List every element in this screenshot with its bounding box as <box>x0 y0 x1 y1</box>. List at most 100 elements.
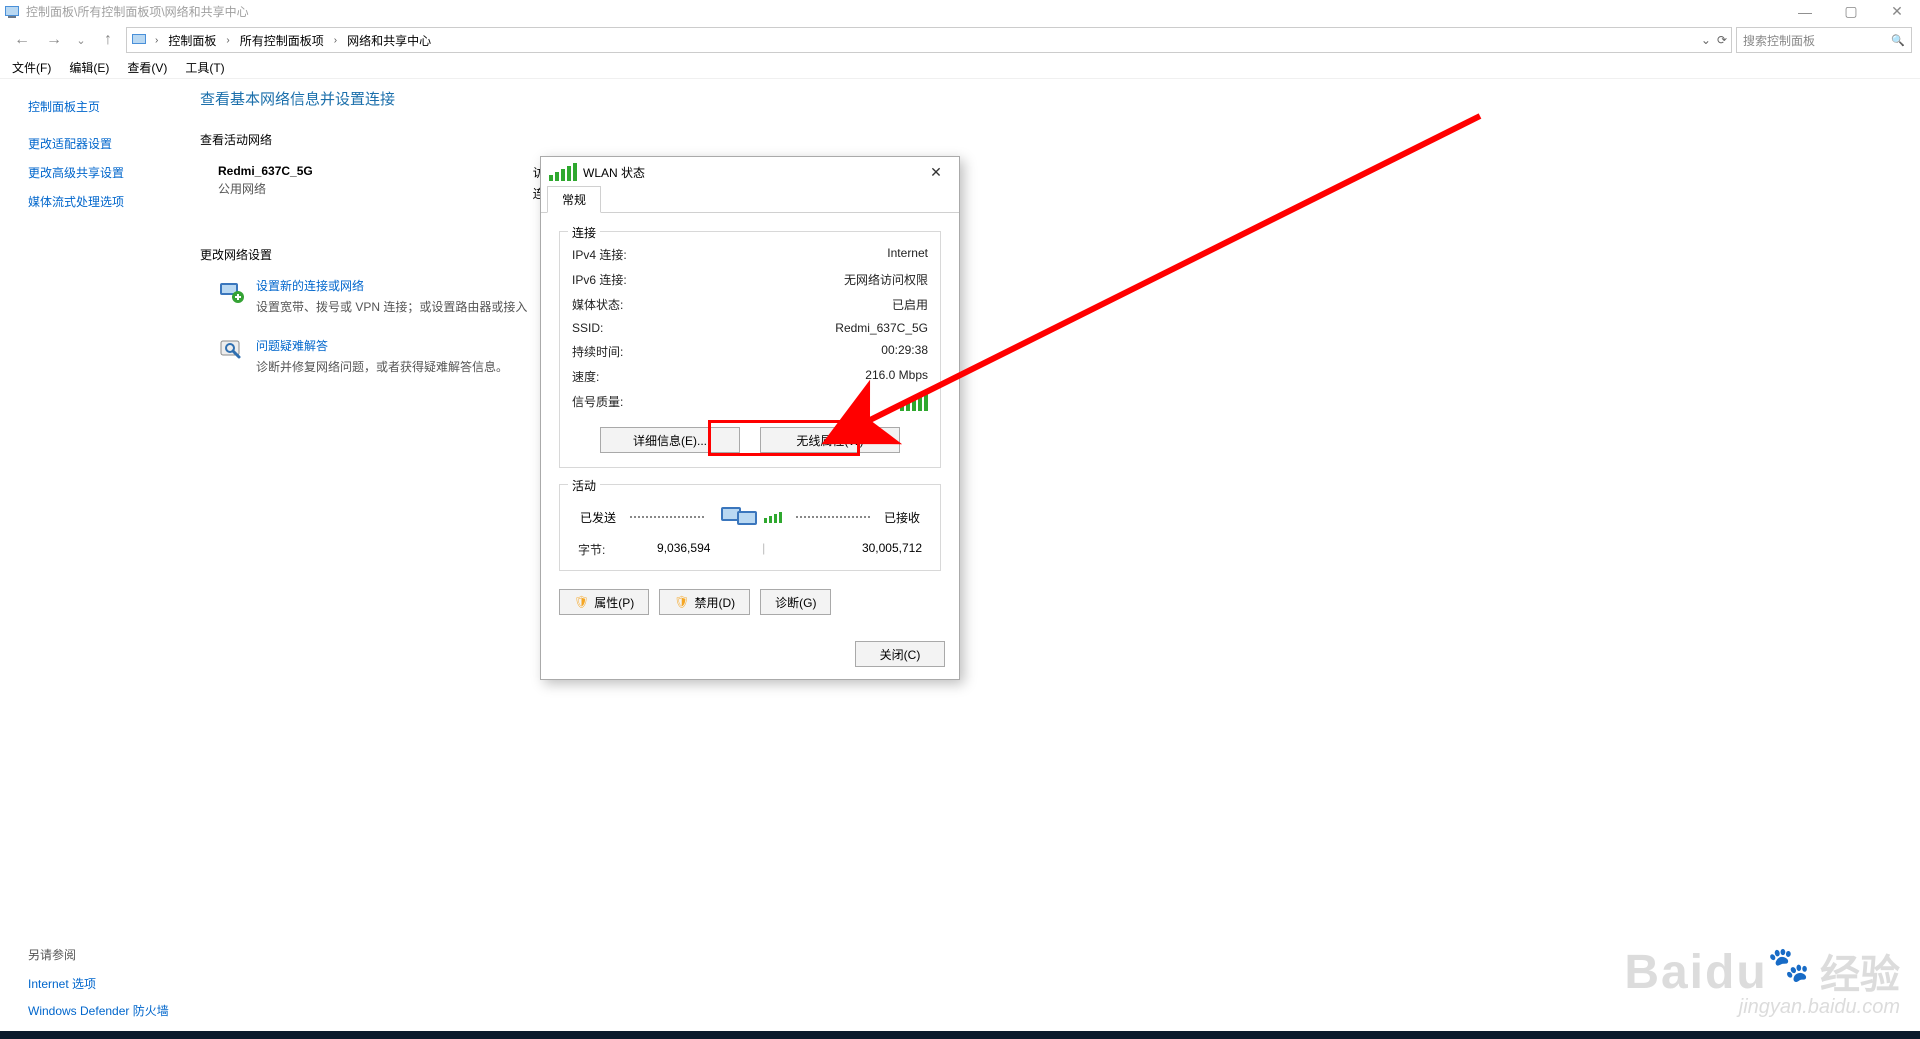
window-controls: — ▢ ✕ <box>1782 0 1920 23</box>
connection-legend: 连接 <box>568 224 600 241</box>
change-settings-heading: 更改网络设置 <box>200 246 1920 263</box>
menu-view[interactable]: 查看(V) <box>121 57 173 78</box>
ssid-label: SSID: <box>572 321 603 335</box>
taskbar-sliver <box>0 1031 1920 1039</box>
left-sidebar: 控制面板主页 更改适配器设置 更改高级共享设置 媒体流式处理选项 <box>0 80 200 1039</box>
breadcrumb[interactable]: 控制面板 <box>166 32 218 49</box>
task-troubleshoot[interactable]: 问题疑难解答 诊断并修复网络问题，或者获得疑难解答信息。 <box>200 337 1920 375</box>
details-button[interactable]: 详细信息(E)... <box>600 427 740 453</box>
back-button[interactable]: ← <box>8 26 36 54</box>
tab-general[interactable]: 常规 <box>547 186 601 213</box>
watermark: Baidu🐾经验 jingyan.baidu.com <box>1624 942 1900 1019</box>
address-bar[interactable]: › 控制面板 › 所有控制面板项 › 网络和共享中心 ⌄ ⟳ <box>126 27 1732 53</box>
shield-icon: 🛡 <box>674 595 689 609</box>
disable-button[interactable]: 🛡禁用(D) <box>659 589 750 615</box>
address-bar-icon <box>131 32 147 48</box>
signal-quality-label: 信号质量: <box>572 393 623 411</box>
search-icon: 🔍 <box>1891 34 1905 47</box>
window-title: 控制面板\所有控制面板项\网络和共享中心 <box>26 3 249 20</box>
paw-icon: 🐾 <box>1768 946 1810 984</box>
ipv4-label: IPv4 连接: <box>572 246 627 263</box>
bytes-received-value: 30,005,712 <box>765 541 922 558</box>
diagnose-button[interactable]: 诊断(G) <box>760 589 831 615</box>
active-network-name: Redmi_637C_5G <box>218 164 313 178</box>
task-troubleshoot-title[interactable]: 问题疑难解答 <box>256 337 508 354</box>
page-title: 查看基本网络信息并设置连接 <box>200 88 1920 109</box>
watermark-brand: Baidu <box>1624 946 1767 999</box>
chevron-right-icon[interactable]: › <box>151 35 162 46</box>
dialog-titlebar[interactable]: WLAN 状态 ✕ <box>541 157 959 187</box>
sidebar-link-adapters[interactable]: 更改适配器设置 <box>28 135 178 152</box>
activity-signal-icon <box>764 512 782 523</box>
see-also-internet-options[interactable]: Internet 选项 <box>28 975 169 992</box>
connection-group: 连接 IPv4 连接:Internet IPv6 连接:无网络访问权限 媒体状态… <box>559 231 941 468</box>
menu-file[interactable]: 文件(F) <box>6 57 57 78</box>
minimize-button[interactable]: — <box>1782 0 1828 23</box>
speed-label: 速度: <box>572 368 599 385</box>
close-window-button[interactable]: ✕ <box>1874 0 1920 23</box>
ssid-value: Redmi_637C_5G <box>835 321 928 335</box>
wireless-properties-button[interactable]: 无线属性(W) <box>760 427 900 453</box>
chevron-right-icon[interactable]: › <box>222 35 233 46</box>
refresh-button[interactable]: ⟳ <box>1717 33 1727 47</box>
duration-value: 00:29:38 <box>881 343 928 360</box>
sidebar-link-media[interactable]: 媒体流式处理选项 <box>28 193 178 210</box>
dialog-title: WLAN 状态 <box>583 164 645 181</box>
ipv6-value: 无网络访问权限 <box>844 271 928 288</box>
search-input[interactable]: 搜索控制面板 🔍 <box>1736 27 1912 53</box>
task-troubleshoot-desc: 诊断并修复网络问题，或者获得疑难解答信息。 <box>256 358 508 375</box>
activity-dashes-right <box>796 516 870 518</box>
bytes-label: 字节: <box>578 541 605 558</box>
recent-locations-button[interactable]: ⌄ <box>72 26 90 54</box>
sidebar-link-sharing[interactable]: 更改高级共享设置 <box>28 164 178 181</box>
signal-bars-icon <box>900 393 928 411</box>
media-state-label: 媒体状态: <box>572 296 623 313</box>
control-panel-icon <box>4 4 20 20</box>
media-state-value: 已启用 <box>892 296 928 313</box>
watermark-zh: 经验 <box>1820 953 1900 997</box>
duration-label: 持续时间: <box>572 343 623 360</box>
task-new-connection-desc: 设置宽带、拨号或 VPN 连接；或设置路由器或接入 <box>256 298 527 315</box>
ipv6-label: IPv6 连接: <box>572 271 627 288</box>
active-networks-heading: 查看活动网络 <box>200 131 1920 148</box>
wifi-icon <box>549 163 577 181</box>
wlan-status-dialog: WLAN 状态 ✕ 常规 连接 IPv4 连接: Internet IPv6 连接… <box>540 156 960 680</box>
troubleshoot-icon <box>218 337 246 365</box>
see-also-heading: 另请参阅 <box>28 946 169 963</box>
window-titlebar: 控制面板\所有控制面板项\网络和共享中心 <box>0 0 1920 23</box>
menu-edit[interactable]: 编辑(E) <box>63 57 115 78</box>
activity-computers-icon <box>718 499 764 535</box>
received-label: 已接收 <box>884 509 920 526</box>
shield-icon: 🛡 <box>574 595 589 609</box>
chevron-right-icon[interactable]: › <box>330 35 341 46</box>
maximize-button[interactable]: ▢ <box>1828 0 1874 23</box>
new-connection-icon <box>218 277 246 305</box>
breadcrumb[interactable]: 所有控制面板项 <box>238 32 326 49</box>
sent-label: 已发送 <box>580 509 616 526</box>
main-panel: 查看基本网络信息并设置连接 查看活动网络 Redmi_637C_5G 公用网络 … <box>200 80 1920 1039</box>
bytes-sent-value: 9,036,594 <box>605 541 762 558</box>
search-placeholder: 搜索控制面板 <box>1743 32 1815 49</box>
breadcrumb[interactable]: 网络和共享中心 <box>345 32 433 49</box>
menu-tools[interactable]: 工具(T) <box>179 57 230 78</box>
task-new-connection-title[interactable]: 设置新的连接或网络 <box>256 277 527 294</box>
activity-group: 活动 已发送 已接收 字节: 9,036,594 <box>559 484 941 571</box>
properties-button[interactable]: 🛡属性(P) <box>559 589 649 615</box>
dialog-tab-strip: 常规 <box>541 187 959 213</box>
explorer-nav-row: ← → ⌄ ↑ › 控制面板 › 所有控制面板项 › 网络和共享中心 ⌄ ⟳ 搜… <box>0 23 1920 57</box>
active-network-type: 公用网络 <box>218 180 313 197</box>
dialog-close-button[interactable]: ✕ <box>921 160 951 184</box>
up-button[interactable]: ↑ <box>94 26 122 54</box>
speed-value: 216.0 Mbps <box>865 368 928 385</box>
address-dropdown-button[interactable]: ⌄ <box>1701 33 1711 47</box>
forward-button[interactable]: → <box>40 26 68 54</box>
dialog-close-bottom-button[interactable]: 关闭(C) <box>855 641 945 667</box>
sidebar-home-link[interactable]: 控制面板主页 <box>28 98 178 115</box>
see-also-section: 另请参阅 Internet 选项 Windows Defender 防火墙 <box>28 946 169 1029</box>
activity-dashes-left <box>630 516 704 518</box>
activity-legend: 活动 <box>568 477 600 494</box>
ipv4-value: Internet <box>887 246 928 263</box>
task-new-connection[interactable]: 设置新的连接或网络 设置宽带、拨号或 VPN 连接；或设置路由器或接入 <box>200 277 1920 315</box>
menubar: 文件(F) 编辑(E) 查看(V) 工具(T) <box>0 57 1920 79</box>
see-also-defender-firewall[interactable]: Windows Defender 防火墙 <box>28 1002 169 1019</box>
